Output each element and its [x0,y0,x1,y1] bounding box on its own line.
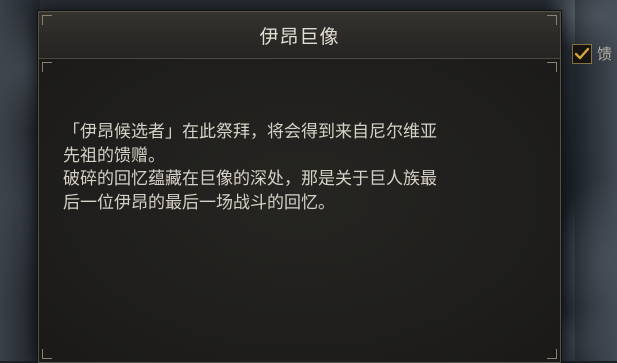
dialog-header: 伊昂巨像 [39,12,560,59]
body-corner-ornament [42,62,52,72]
header-corner-ornament [42,15,52,25]
description-line: 先祖的馈赠。 [63,145,165,166]
body-corner-ornament [547,349,557,359]
body-corner-ornament [42,349,52,359]
body-corner-ornament [547,62,557,72]
info-dialog: 伊昂巨像 「伊昂候选者」在此祭拜，将会得到来自尼尔维亚 先祖的馈赠。 破碎的回忆… [38,11,561,363]
dialog-description: 「伊昂候选者」在此祭拜，将会得到来自尼尔维亚 先祖的馈赠。 破碎的回忆蕴藏在巨像… [63,121,541,215]
description-line: 后一位伊昂的最后一场战斗的回忆。 [63,192,335,213]
description-line: 破碎的回忆蕴藏在巨像的深处，那是关于巨人族最 [63,169,437,189]
side-option-label[interactable]: 馈 [597,43,612,65]
header-corner-ornament [547,15,557,25]
side-option-checkbox[interactable] [572,44,592,64]
checkmark-icon [574,47,590,60]
dialog-title: 伊昂巨像 [259,25,340,48]
background-scenery-left [0,0,40,361]
description-line: 「伊昂候选者」在此祭拜，将会得到来自尼尔维亚 [63,122,437,142]
